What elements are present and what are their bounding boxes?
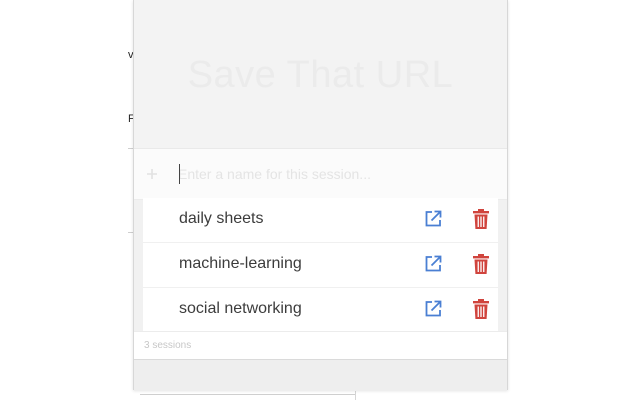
session-name-input[interactable] (178, 163, 478, 185)
trash-icon[interactable] (471, 298, 491, 320)
popup-header: Save That URL (134, 0, 507, 148)
session-count: 3 sessions (144, 340, 192, 351)
trash-icon[interactable] (471, 253, 491, 275)
plus-icon (145, 167, 159, 181)
list-item: daily sheets (143, 198, 498, 243)
popup-bottom-bar (134, 359, 507, 391)
background-divider (140, 394, 355, 395)
session-input-row (134, 148, 507, 200)
external-link-icon[interactable] (423, 209, 443, 229)
extension-popup: Save That URL daily sheets (133, 0, 508, 391)
session-name[interactable]: machine-learning (179, 255, 302, 273)
list-item: machine-learning (143, 243, 498, 288)
screenshot-stage: v F Save That URL daily sheets (0, 0, 640, 400)
session-name[interactable]: daily sheets (179, 210, 264, 228)
text-cursor (179, 164, 180, 184)
list-item: social networking (143, 288, 498, 333)
external-link-icon[interactable] (423, 254, 443, 274)
app-title: Save That URL (187, 53, 454, 96)
background-divider (355, 390, 356, 400)
external-link-icon[interactable] (423, 299, 443, 319)
trash-icon[interactable] (471, 208, 491, 230)
popup-footer: 3 sessions (134, 331, 507, 360)
session-name[interactable]: social networking (179, 300, 302, 318)
session-list: daily sheets machine-learning social net… (143, 198, 498, 333)
